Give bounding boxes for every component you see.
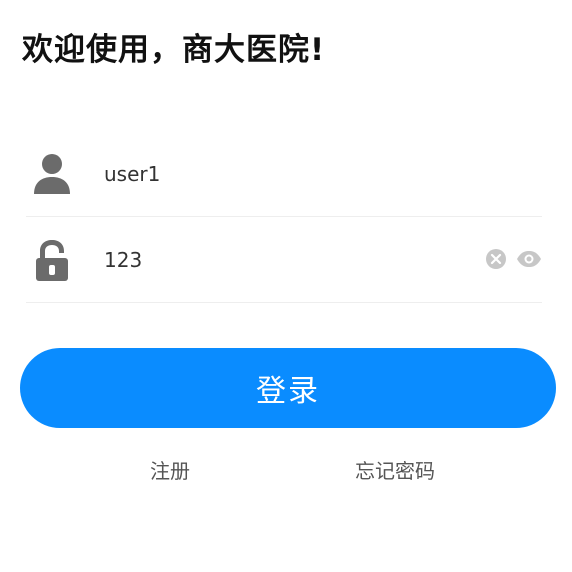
register-link[interactable]: 注册: [150, 455, 190, 484]
login-button[interactable]: 登录: [20, 348, 556, 428]
forgot-password-link[interactable]: 忘记密码: [355, 455, 435, 484]
lock-icon: [32, 239, 72, 281]
username-input[interactable]: [104, 158, 464, 190]
password-row: [26, 216, 542, 303]
user-icon: [32, 153, 72, 195]
eye-icon[interactable]: [516, 250, 542, 268]
clear-icon[interactable]: [485, 248, 507, 270]
password-input[interactable]: [104, 244, 464, 276]
username-row: [26, 130, 542, 217]
login-page: 欢迎使用，商大医院! user1 123 登录 注册 忘记密码: [0, 0, 572, 572]
page-title: 欢迎使用，商大医院!: [22, 32, 326, 68]
